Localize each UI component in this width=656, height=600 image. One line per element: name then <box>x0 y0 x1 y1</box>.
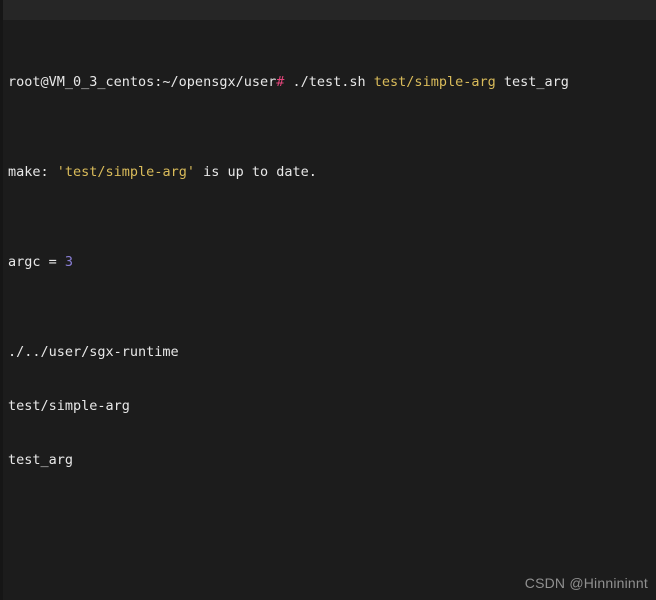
make-space-2 <box>195 164 203 180</box>
arg-echo-text-1: test/simple-arg <box>8 398 130 414</box>
argc-space <box>57 254 65 270</box>
prompt-line[interactable]: root@VM_0_3_centos:~/opensgx/user# ./tes… <box>8 73 656 91</box>
terminal-left-edge <box>0 0 3 600</box>
runtime-path-text: ./../user/sgx-runtime <box>8 344 179 360</box>
argc-label: argc = <box>8 254 57 270</box>
command-name: ./test.sh <box>292 74 366 90</box>
runtime-path-line: ./../user/sgx-runtime <box>8 343 656 361</box>
terminal-window[interactable]: root@VM_0_3_centos:~/opensgx/user# ./tes… <box>0 0 656 600</box>
argc-value: 3 <box>64 254 74 270</box>
arg-echo-line-1: test/simple-arg <box>8 397 656 415</box>
make-target: 'test/simple-arg' <box>56 164 195 180</box>
make-space-1 <box>49 164 57 180</box>
command-space-2 <box>496 74 504 90</box>
command-arg-path: test/simple-arg <box>373 74 496 90</box>
command-space-1 <box>366 74 374 90</box>
make-output-line: make: 'test/simple-arg' is up to date. <box>8 163 656 181</box>
argc-line: argc = 3 <box>8 253 656 271</box>
arg-echo-text-2: test_arg <box>8 452 74 468</box>
csdn-watermark: CSDN @Hinnininnt <box>524 575 648 591</box>
prompt-user-host-path: root@VM_0_3_centos:~/opensgx/user <box>8 74 277 90</box>
make-prefix: make: <box>8 164 49 180</box>
arg-echo-line-2: test_arg <box>8 451 656 469</box>
command-arg-extra: test_arg <box>503 74 569 90</box>
terminal-output: root@VM_0_3_centos:~/opensgx/user# ./tes… <box>8 1 656 600</box>
make-suffix: is up to date. <box>203 164 317 180</box>
